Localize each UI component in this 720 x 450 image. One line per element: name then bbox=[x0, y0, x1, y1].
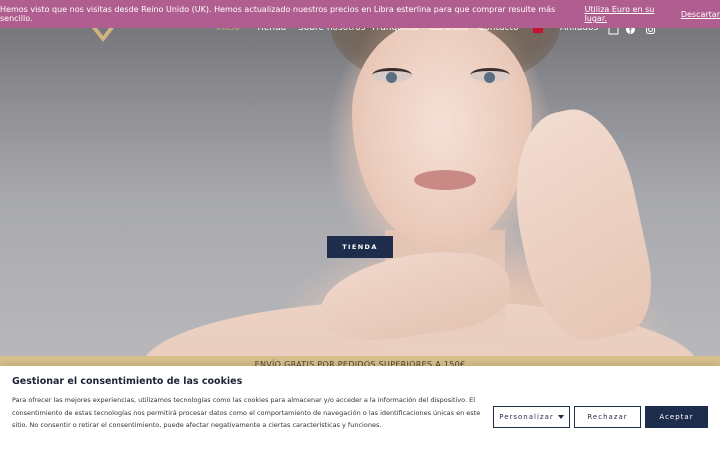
consent-body: Para ofrecer las mejores experiencias, u… bbox=[12, 396, 481, 429]
accept-button[interactable]: Aceptar bbox=[645, 406, 708, 428]
brand-logo[interactable] bbox=[90, 26, 116, 44]
reject-button[interactable]: Rechazar bbox=[574, 406, 641, 428]
currency-notice-text: Hemos visto que nos visitas desde Reino … bbox=[0, 5, 556, 23]
hero-eye-left bbox=[372, 68, 412, 83]
currency-notice-bar: Hemos visto que nos visitas desde Reino … bbox=[0, 0, 720, 28]
personalize-button[interactable]: Personalizar bbox=[493, 406, 570, 428]
personalize-label: Personalizar bbox=[499, 413, 554, 421]
hero-image bbox=[0, 0, 720, 360]
hero-face bbox=[352, 20, 532, 250]
cookie-consent-panel: Gestionar el consentimiento de las cooki… bbox=[0, 366, 720, 450]
hero-eye-right bbox=[470, 68, 510, 83]
dismiss-notice-link[interactable]: Descartar bbox=[681, 10, 720, 19]
chevron-down-icon bbox=[557, 414, 564, 419]
hero-lips bbox=[414, 170, 476, 190]
use-euro-link[interactable]: Utiliza Euro en su lugar. bbox=[585, 5, 678, 23]
consent-title: Gestionar el consentimiento de las cooki… bbox=[12, 376, 243, 387]
shop-button[interactable]: TIENDA bbox=[327, 236, 393, 258]
